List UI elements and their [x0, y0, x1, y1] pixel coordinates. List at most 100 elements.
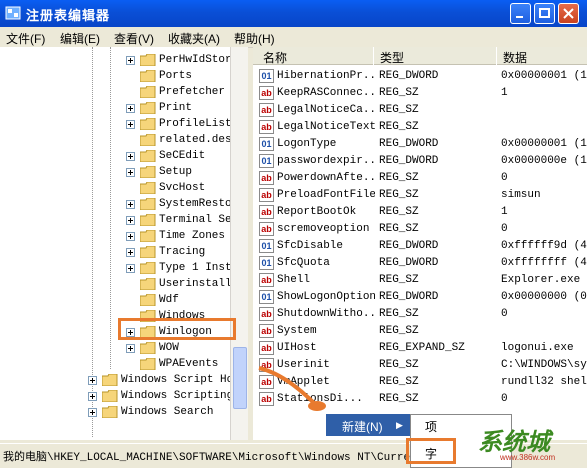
- value-row[interactable]: ab Shell REG_SZ Explorer.exe: [253, 272, 587, 289]
- context-menu-new-label: 新建(N): [342, 420, 383, 434]
- maximize-button[interactable]: [534, 3, 555, 24]
- value-row[interactable]: ab KeepRASConnec... REG_SZ 1: [253, 85, 587, 102]
- tree-item[interactable]: Prefetcher: [0, 84, 230, 100]
- value-type: REG_DWORD: [379, 240, 439, 252]
- menu-help[interactable]: 帮助(H): [234, 30, 275, 47]
- value-type: REG_SZ: [379, 359, 419, 371]
- tree-item[interactable]: Windows Scripting: [0, 388, 234, 404]
- column-header-name[interactable]: 名称: [253, 47, 373, 65]
- menu-favorites[interactable]: 收藏夹(A): [168, 30, 220, 47]
- value-data: rundll32 shell: [501, 376, 587, 388]
- value-type: REG_SZ: [379, 87, 419, 99]
- string-value-icon: ab: [259, 86, 274, 100]
- tree-item[interactable]: WPAEvents: [0, 356, 230, 372]
- tree-item[interactable]: Tracing: [0, 244, 230, 260]
- value-data: Explorer.exe: [501, 274, 581, 286]
- tree-item[interactable]: related.desc: [0, 132, 238, 148]
- value-row[interactable]: ab scremoveoption REG_SZ 0: [253, 221, 587, 238]
- value-row[interactable]: 01 ShowLogonOptions REG_DWORD 0x00000000 (0…: [253, 289, 587, 306]
- registry-tree[interactable]: PerHwIdStora Ports Prefetcher Print ProfileL…: [0, 47, 248, 440]
- value-row[interactable]: ab PreloadFontFile REG_SZ simsun: [253, 187, 587, 204]
- expand-icon[interactable]: [88, 408, 97, 417]
- value-row[interactable]: ab ReportBootOk REG_SZ 1: [253, 204, 587, 221]
- column-header-type[interactable]: 类型: [374, 47, 496, 65]
- tree-item[interactable]: ProfileList: [0, 116, 232, 132]
- value-row[interactable]: 01 LogonType REG_DWORD 0x00000001 (1): [253, 136, 587, 153]
- tree-item[interactable]: Ports: [0, 68, 230, 84]
- value-row[interactable]: 01 HibernationPr... REG_DWORD 0x00000001 (1…: [253, 68, 587, 85]
- value-type: REG_SZ: [379, 325, 419, 337]
- folder-icon: [140, 262, 156, 274]
- value-row[interactable]: ab LegalNoticeText REG_SZ: [253, 119, 587, 136]
- tree-scrollbar[interactable]: [230, 47, 248, 440]
- menu-file[interactable]: 文件(F): [6, 30, 45, 47]
- menu-view[interactable]: 查看(V): [114, 30, 154, 47]
- value-name: ReportBootOk: [277, 206, 357, 218]
- menu-bar: 文件(F) 编辑(E) 查看(V) 收藏夹(A) 帮助(H): [0, 27, 587, 48]
- tree-item[interactable]: PerHwIdStora: [0, 52, 238, 68]
- tree-scroll-thumb[interactable]: [233, 347, 247, 409]
- value-row[interactable]: ab ShutdownWitho... REG_SZ 0: [253, 306, 587, 323]
- value-name: scremoveoption: [277, 223, 370, 235]
- expand-icon[interactable]: [126, 248, 135, 257]
- value-row[interactable]: ab LegalNoticeCa... REG_SZ: [253, 102, 587, 119]
- value-data: 1: [501, 206, 508, 218]
- minimize-button[interactable]: [510, 3, 531, 24]
- binary-value-icon: 01: [259, 256, 274, 270]
- tree-item[interactable]: WOW: [0, 340, 230, 356]
- value-type: REG_SZ: [379, 206, 419, 218]
- expand-icon[interactable]: [88, 392, 97, 401]
- tree-item[interactable]: Userinstalla: [0, 276, 238, 292]
- submenu-highlight-box: [406, 438, 456, 464]
- column-header-data[interactable]: 数据: [497, 47, 587, 65]
- string-value-icon: ab: [259, 205, 274, 219]
- tree-item[interactable]: SystemRestor: [0, 196, 238, 212]
- tree-item[interactable]: Windows Search: [0, 404, 230, 420]
- tree-item-label: Windows Scripting: [121, 390, 234, 402]
- expand-icon[interactable]: [126, 344, 135, 353]
- value-name: passwordexpir...: [277, 155, 375, 167]
- expand-icon[interactable]: [126, 56, 135, 65]
- value-row[interactable]: ab PowerdownAfte... REG_SZ 0: [253, 170, 587, 187]
- tree-item[interactable]: Print: [0, 100, 230, 116]
- tree-item-label: Print: [159, 102, 193, 114]
- tree-item-label: Ports: [159, 70, 193, 82]
- menu-edit[interactable]: 编辑(E): [60, 30, 100, 47]
- expand-icon[interactable]: [88, 376, 97, 385]
- value-data: 1: [501, 87, 508, 99]
- value-name: Shell: [277, 274, 311, 286]
- value-data: 0: [501, 393, 508, 405]
- value-row[interactable]: ab UIHost REG_EXPAND_SZ logonui.exe: [253, 340, 587, 357]
- expand-icon[interactable]: [126, 200, 135, 209]
- tree-item[interactable]: SeCEdit: [0, 148, 230, 164]
- expand-icon[interactable]: [126, 232, 135, 241]
- expand-icon[interactable]: [126, 120, 135, 129]
- submenu-item-key[interactable]: 项: [425, 418, 437, 435]
- folder-icon: [140, 150, 156, 162]
- value-row[interactable]: 01 SfcQuota REG_DWORD 0xffffffff (42: [253, 255, 587, 272]
- expand-icon[interactable]: [126, 216, 135, 225]
- context-menu-new[interactable]: 新建(N) ▶: [326, 414, 410, 436]
- value-row[interactable]: ab System REG_SZ: [253, 323, 587, 340]
- value-row[interactable]: 01 passwordexpir... REG_DWORD 0x0000000e (1…: [253, 153, 587, 170]
- tree-item[interactable]: SvcHost: [0, 180, 230, 196]
- value-data: 0: [501, 308, 508, 320]
- value-row[interactable]: 01 SfcDisable REG_DWORD 0xffffff9d (42: [253, 238, 587, 255]
- expand-icon[interactable]: [126, 104, 135, 113]
- expand-icon[interactable]: [126, 168, 135, 177]
- tree-item[interactable]: Type 1 Insta: [0, 260, 238, 276]
- close-button[interactable]: [558, 3, 579, 24]
- tree-item[interactable]: Windows Script Hos: [0, 372, 240, 388]
- expand-icon[interactable]: [126, 152, 135, 161]
- tree-item[interactable]: Setup: [0, 164, 230, 180]
- value-name: HibernationPr...: [277, 70, 375, 82]
- value-type: REG_SZ: [379, 308, 419, 320]
- string-value-icon: ab: [259, 188, 274, 202]
- value-type: REG_EXPAND_SZ: [379, 342, 465, 354]
- expand-icon[interactable]: [126, 264, 135, 273]
- value-data: 0: [501, 223, 508, 235]
- tree-item-label: WPAEvents: [159, 358, 219, 370]
- tree-item[interactable]: Time Zones: [0, 228, 230, 244]
- tree-item[interactable]: Wdf: [0, 292, 230, 308]
- tree-item[interactable]: Terminal Ser: [0, 212, 238, 228]
